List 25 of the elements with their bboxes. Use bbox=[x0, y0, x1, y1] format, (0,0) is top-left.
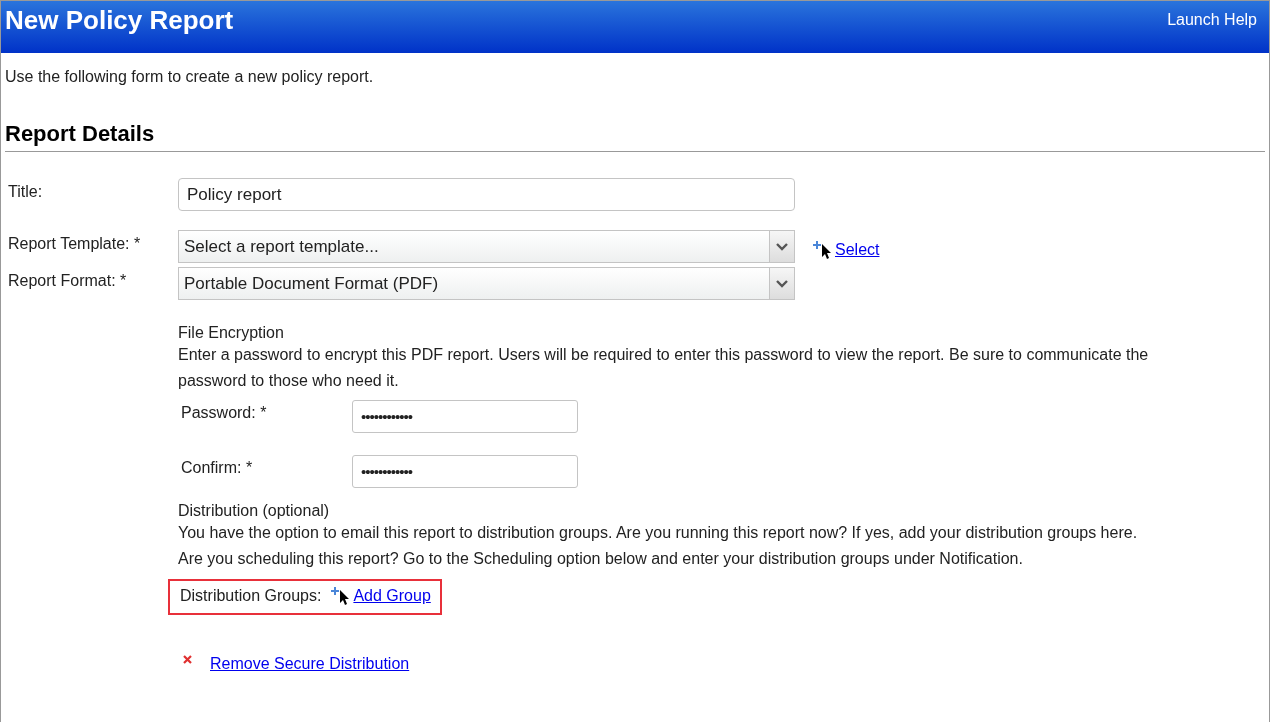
encryption-heading: File Encryption bbox=[178, 324, 285, 342]
remove-distribution-link[interactable]: Remove Secure Distribution bbox=[210, 655, 410, 673]
distribution-groups-label: Distribution Groups: bbox=[180, 587, 322, 605]
select-link[interactable]: Select bbox=[835, 240, 880, 259]
select-field[interactable]: Portable Document Format (PDF) bbox=[178, 267, 795, 300]
add-group-link[interactable]: Add Group bbox=[353, 587, 431, 605]
field-label: Password: * bbox=[181, 403, 268, 422]
intro-text: Use the following form to create a new policy report. bbox=[5, 68, 375, 86]
distribution-heading: Distribution (optional) bbox=[178, 502, 331, 520]
chevron-down-icon bbox=[776, 279, 788, 288]
distribution-description: You have the option to email this report to distribution groups. Are you running this report now? If yes, add your distribution groups here. Are you scheduling this report? Go to the Scheduling option below and enter your distribution groups under Notification. bbox=[178, 523, 1139, 569]
help-link[interactable]: Launch Help bbox=[1167, 11, 1257, 29]
field-label: Report Template: * bbox=[8, 234, 142, 253]
field-label: Report Format: * bbox=[8, 271, 128, 290]
field-label: Title: bbox=[8, 182, 44, 201]
x-mark-icon bbox=[183, 655, 192, 664]
select-field[interactable]: Select a report template... bbox=[178, 230, 795, 263]
title-input[interactable]: Policy report bbox=[178, 178, 795, 211]
section-heading: Report Details bbox=[5, 121, 156, 147]
encryption-description: Enter a password to encrypt this PDF report. Users will be required to enter this password to view the report. Be sure to communicate the password to those who need it. bbox=[178, 345, 1150, 391]
page-title: New Policy Report bbox=[5, 5, 234, 36]
chevron-down-icon bbox=[776, 242, 788, 251]
field-label: Confirm: * bbox=[181, 458, 254, 477]
password-input[interactable]: •••••••••••• bbox=[352, 455, 578, 488]
password-input[interactable]: •••••••••••• bbox=[352, 400, 578, 433]
